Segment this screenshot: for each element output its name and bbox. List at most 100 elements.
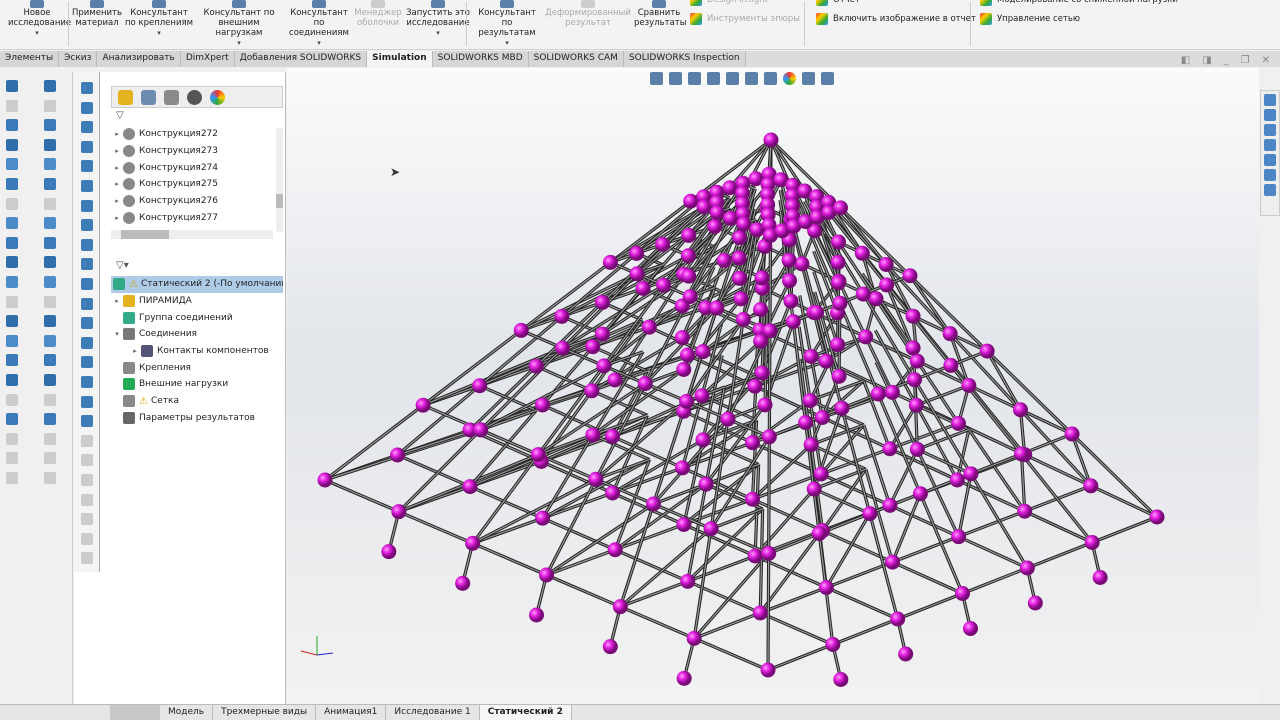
joint-node[interactable]	[680, 248, 696, 264]
joint-node[interactable]	[747, 548, 763, 564]
joint-node[interactable]	[761, 429, 777, 445]
joint-node[interactable]	[757, 397, 773, 413]
joint-node[interactable]	[656, 277, 672, 293]
study-tree-item[interactable]: Внешние нагрузки	[111, 376, 283, 393]
joint-node[interactable]	[605, 485, 621, 501]
joint-node[interactable]	[594, 294, 610, 310]
tool-icon[interactable]	[44, 452, 56, 465]
design-library-icon[interactable]	[1264, 124, 1276, 136]
ribbon-small-plot-tools[interactable]: Инструменты эпюры	[690, 13, 800, 25]
joint-node[interactable]	[963, 466, 979, 482]
joint-node[interactable]	[539, 567, 554, 583]
joint-node[interactable]	[811, 526, 827, 542]
tool-icon[interactable]	[44, 472, 56, 484]
joint-node[interactable]	[951, 416, 966, 431]
graphics-area[interactable]	[287, 68, 1259, 704]
joint-node[interactable]	[744, 435, 760, 451]
display-style-icon[interactable]	[745, 72, 758, 85]
joint-node[interactable]	[942, 326, 958, 342]
joint-node[interactable]	[825, 637, 841, 652]
joint-node[interactable]	[809, 304, 825, 320]
joint-node[interactable]	[629, 266, 645, 282]
beam-member[interactable]	[480, 347, 564, 431]
joint-node[interactable]	[465, 535, 481, 551]
appearance-icon[interactable]	[783, 72, 796, 85]
joint-node[interactable]	[803, 348, 819, 364]
tool-icon[interactable]	[44, 295, 56, 308]
tool-icon[interactable]	[44, 178, 56, 190]
joint-node[interactable]	[709, 300, 725, 316]
beam-member[interactable]	[1091, 516, 1158, 544]
zoom-area-icon[interactable]	[669, 72, 682, 85]
expand-icon[interactable]: ▸	[111, 164, 123, 172]
joint-node[interactable]	[1017, 503, 1033, 519]
joint-node[interactable]	[794, 256, 810, 272]
section-view-icon[interactable]	[707, 72, 720, 85]
joint-node[interactable]	[681, 268, 697, 284]
joint-node[interactable]	[588, 471, 604, 487]
tab-7[interactable]: SOLIDWORKS CAM	[528, 51, 624, 67]
tab-4[interactable]: Добавления SOLIDWORKS	[234, 51, 368, 67]
sim-tool-icon[interactable]	[81, 101, 93, 114]
bottom-tab-4[interactable]: Статический 2	[479, 705, 572, 720]
tree-item[interactable]: ▸ Конструкция272	[111, 126, 283, 143]
ribbon-button-0[interactable]: Новое исследование ▾	[8, 0, 71, 48]
joint-node[interactable]	[885, 554, 900, 570]
file-explorer-icon[interactable]	[1264, 139, 1276, 151]
joint-node[interactable]	[731, 250, 747, 266]
joint-node[interactable]	[675, 460, 690, 476]
joint-node[interactable]	[890, 611, 906, 627]
view-orientation-icon[interactable]	[726, 72, 739, 85]
joint-node[interactable]	[602, 254, 618, 270]
tool-icon[interactable]	[6, 393, 18, 406]
ribbon-button-1[interactable]: Применить материал	[72, 0, 122, 48]
joint-node[interactable]	[747, 378, 763, 394]
tool-icon[interactable]	[6, 256, 18, 269]
tool-icon[interactable]	[44, 374, 56, 386]
tab-1[interactable]: Эскиз	[59, 51, 98, 67]
tab-6[interactable]: SOLIDWORKS MBD	[432, 51, 529, 67]
beam-member[interactable]	[767, 643, 834, 671]
joint-node[interactable]	[641, 319, 657, 335]
joint-node[interactable]	[694, 388, 710, 404]
tool-icon[interactable]	[6, 334, 18, 347]
joint-node[interactable]	[680, 573, 696, 589]
joint-node[interactable]	[951, 529, 967, 545]
expand-icon[interactable]: ▸	[111, 197, 123, 205]
prev-icon[interactable]: ◧	[1181, 55, 1190, 66]
joint-node[interactable]	[912, 486, 928, 502]
sim-tool-icon[interactable]	[81, 415, 93, 428]
expand-icon[interactable]: ▸	[111, 147, 123, 155]
joint-node[interactable]	[415, 397, 431, 413]
tool-icon[interactable]	[44, 197, 56, 210]
tree-item[interactable]: ▸ Конструкция274	[111, 159, 283, 176]
beam-member[interactable]	[397, 454, 471, 488]
beam-member[interactable]	[472, 542, 547, 576]
joint-node[interactable]	[585, 427, 601, 443]
home-icon[interactable]	[1264, 94, 1276, 106]
beam-member[interactable]	[1020, 409, 1092, 487]
joint-node[interactable]	[1014, 446, 1030, 462]
joint-node[interactable]	[831, 234, 846, 250]
sim-tool-icon[interactable]	[81, 552, 93, 565]
chevron-down-icon[interactable]: ▾	[472, 38, 542, 48]
joint-node[interactable]	[698, 476, 714, 492]
tab-5[interactable]: Simulation	[367, 51, 433, 67]
joint-node[interactable]	[898, 646, 914, 662]
joint-node[interactable]	[879, 277, 895, 293]
beam-member[interactable]	[1021, 453, 1093, 543]
joint-node[interactable]	[696, 199, 712, 215]
joint-node[interactable]	[629, 245, 645, 261]
joint-node[interactable]	[645, 496, 661, 512]
joint-node[interactable]	[902, 268, 918, 284]
joint-node[interactable]	[472, 378, 488, 394]
tool-icon[interactable]	[6, 217, 18, 230]
tool-icon[interactable]	[6, 80, 18, 92]
joint-node[interactable]	[676, 361, 692, 377]
ribbon-small-network[interactable]: Управление сетью	[980, 13, 1080, 25]
joint-node[interactable]	[676, 517, 692, 532]
ribbon-button-7[interactable]: Консультант по результатам ▾	[472, 0, 542, 48]
joint-node[interactable]	[1092, 570, 1108, 585]
joint-node[interactable]	[681, 227, 697, 243]
tree-scrollbar[interactable]	[276, 128, 283, 232]
